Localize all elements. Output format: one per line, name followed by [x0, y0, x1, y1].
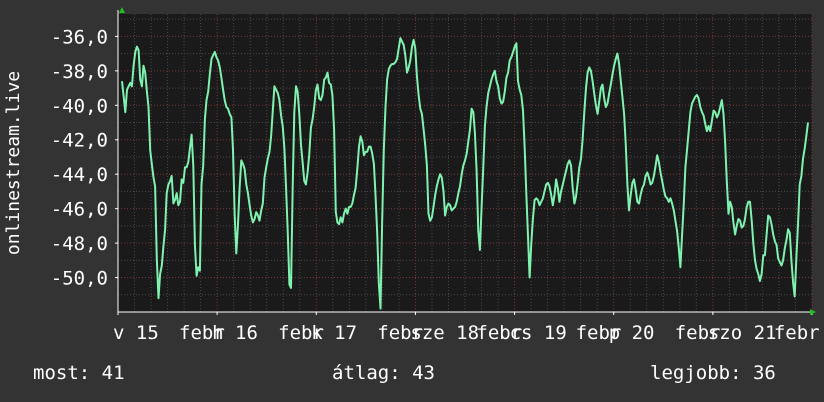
y-axis-ticks: -50,0 -48,0 -46,0 -44,0 -42,0 -40,0 -38,0 -36,0 — [51, 26, 118, 290]
x-tick-label: v 15 — [113, 322, 159, 344]
x-tick-label: h 16 — [212, 322, 258, 344]
y-tick-label: -42,0 — [51, 130, 108, 152]
best-value: legjobb: 36 — [650, 362, 776, 384]
y-axis-arrow-icon — [119, 7, 125, 13]
current-value: most: 41 — [33, 362, 125, 384]
x-tick-label: febr — [774, 322, 820, 344]
x-tick-label: sze 18 — [410, 322, 479, 344]
y-tick-label: -40,0 — [51, 95, 108, 117]
average-value: átlag: 43 — [332, 362, 435, 384]
x-tick-label: cs 19 — [510, 322, 567, 344]
x-axis-arrow-icon — [810, 309, 816, 315]
y-tick-label: -44,0 — [51, 164, 108, 186]
x-tick-label: k 17 — [311, 322, 357, 344]
y-axis-label: onlinestream.live — [3, 71, 24, 255]
y-tick-label: -50,0 — [51, 268, 108, 290]
line-chart: -50,0 -48,0 -46,0 -44,0 -42,0 -40,0 -38,0 -36,0… — [3, 7, 820, 344]
y-tick-label: -36,0 — [51, 26, 108, 48]
y-tick-label: -46,0 — [51, 199, 108, 221]
x-tick-label: szo 21 — [708, 322, 777, 344]
x-tick-label: p 20 — [609, 322, 655, 344]
x-axis-ticks: v 15 febrh 16 febrk 17 febrsze 18febrcs 19 f… — [113, 312, 820, 344]
y-tick-label: -48,0 — [51, 233, 108, 255]
y-tick-label: -38,0 — [51, 61, 108, 83]
